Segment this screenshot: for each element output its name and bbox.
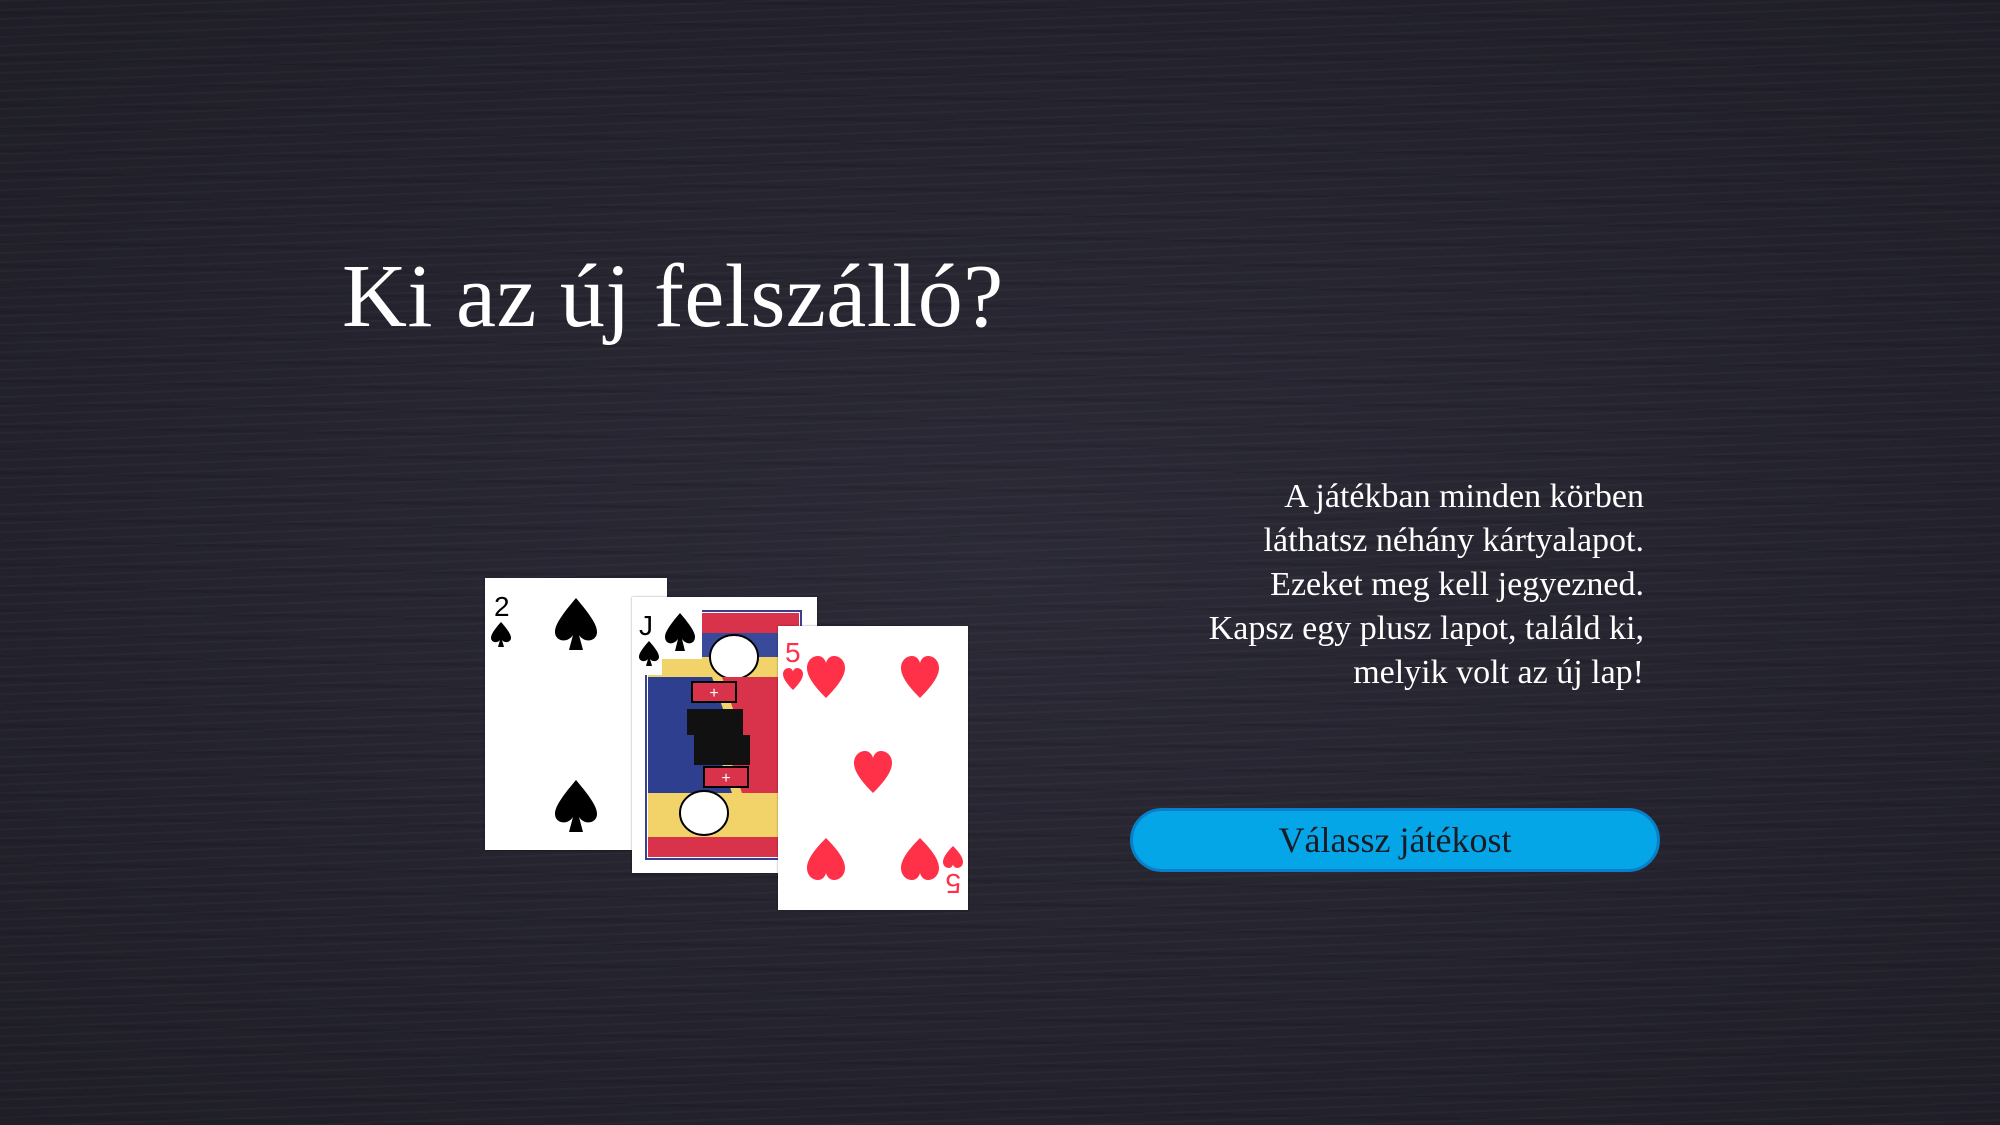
description-line: láthatsz néhány kártyalapot.	[1263, 522, 1644, 559]
card-rank: 5	[785, 637, 801, 668]
svg-text:+: +	[721, 770, 730, 787]
spade-icon	[491, 622, 511, 647]
spade-icon	[555, 598, 597, 650]
playing-card-5-hearts: 5 5	[778, 626, 968, 910]
game-description: A játékban minden körben láthatsz néhány…	[1130, 475, 1644, 695]
description-line: Kapsz egy plusz lapot, találd ki,	[1208, 610, 1644, 647]
heart-icon	[807, 656, 845, 698]
heart-icon	[783, 668, 803, 690]
card-rank: J	[639, 610, 653, 641]
heart-icon	[854, 751, 892, 793]
description-line: Ezeket meg kell jegyezned.	[1270, 566, 1644, 603]
heart-icon	[807, 838, 845, 880]
heart-icon	[901, 656, 939, 698]
card-rank: 2	[494, 591, 510, 622]
choose-player-button[interactable]: Válassz játékost	[1130, 808, 1660, 872]
svg-text:+: +	[709, 685, 718, 702]
page-title: Ki az új felszálló?	[342, 247, 1004, 346]
spade-icon	[555, 780, 597, 832]
description-line: A játékban minden körben	[1284, 478, 1644, 515]
heart-icon	[901, 838, 939, 880]
description-line: melyik volt az új lap!	[1353, 654, 1644, 691]
card-rank: 5	[945, 868, 961, 899]
heart-icon	[943, 846, 963, 868]
